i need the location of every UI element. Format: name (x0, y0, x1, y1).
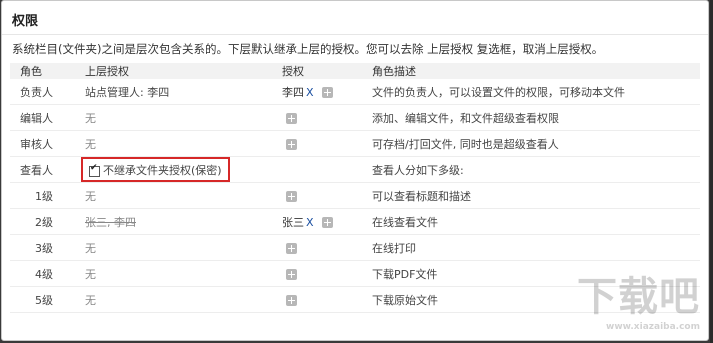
add-user-icon[interactable] (286, 138, 297, 150)
add-user-icon[interactable] (286, 190, 297, 202)
no-inherit-label[interactable]: 不继承文件夹授权(保密) (103, 164, 222, 177)
role-cell: 4级 (10, 260, 75, 287)
no-inherit-checkbox[interactable] (89, 163, 100, 177)
auth-cell (272, 234, 362, 261)
watermark-url: www.xiazaiba.com (606, 322, 700, 332)
auth-cell (272, 104, 362, 131)
auth-cell: 李四 X (272, 79, 362, 105)
title-divider (2, 34, 708, 35)
upper-auth-cell: 不继承文件夹授权(保密) (75, 156, 272, 183)
role-desc-cell: 可以查看标题和描述 (362, 182, 700, 209)
upper-auth-cell: 无 (75, 104, 272, 131)
table-header-row: 角色 上层授权 授权 角色描述 (10, 63, 700, 79)
auth-user: 张三 (282, 215, 304, 229)
table-row: 负责人 站点管理人: 李四 李四 X 文件的负责人，可以设置文件的权限，可移动本文… (10, 79, 700, 105)
role-cell: 负责人 (10, 79, 75, 105)
role-cell: 查看人 (10, 156, 75, 183)
header-role-desc: 角色描述 (362, 63, 700, 79)
upper-auth-cell: 无 (75, 182, 272, 209)
role-desc-cell: 文件的负责人，可以设置文件的权限，可移动本文件 (362, 79, 700, 105)
role-cell: 审核人 (10, 130, 75, 157)
role-desc-cell: 查看人分如下多级: (362, 156, 700, 183)
auth-cell (272, 130, 362, 157)
table-row: 2级 张三, 李四 张三 X 在线查看文件 (10, 208, 700, 235)
role-cell: 3级 (10, 234, 75, 261)
upper-auth-cell: 站点管理人: 李四 (75, 79, 272, 105)
auth-cell (272, 260, 362, 287)
header-role: 角色 (10, 63, 75, 79)
header-upper-auth: 上层授权 (75, 63, 272, 79)
watermark-text: 下载吧 (577, 274, 700, 320)
upper-auth-cell: 无 (75, 286, 272, 313)
table-row: 审核人 无 可存档/打回文件, 同时也是超级查看人 (10, 130, 700, 157)
remove-user-button[interactable]: X (306, 216, 314, 229)
add-user-icon[interactable] (286, 294, 297, 306)
add-user-icon[interactable] (286, 112, 297, 124)
watermark-logo: 下载吧 www.xiazaiba.com (577, 264, 700, 332)
upper-auth-cell: 无 (75, 234, 272, 261)
add-user-icon[interactable] (286, 268, 297, 280)
role-desc-cell: 在线查看文件 (362, 208, 700, 235)
auth-cell (272, 156, 362, 183)
auth-user: 李四 (282, 85, 304, 99)
remove-user-button[interactable]: X (306, 86, 314, 99)
auth-cell (272, 182, 362, 209)
role-cell: 2级 (10, 208, 75, 235)
dialog-title: 权限 (12, 14, 39, 29)
upper-auth-cell: 张三, 李四 (75, 208, 272, 235)
inherit-checkbox-highlight: 不继承文件夹授权(保密) (81, 157, 230, 182)
table-row: 3级 无 在线打印 (10, 234, 700, 261)
table-row: 1级 无 可以查看标题和描述 (10, 182, 700, 209)
permissions-dialog: 权限 系统栏目(文件夹)之间是层次包含关系的。下层默认继承上层的授权。您可以去除… (1, 0, 709, 341)
upper-auth-cell: 无 (75, 260, 272, 287)
add-user-icon[interactable] (286, 242, 297, 254)
auth-cell (272, 286, 362, 313)
role-desc-cell: 添加、编辑文件，和文件超级查看权限 (362, 104, 700, 131)
add-user-icon[interactable] (321, 87, 333, 98)
role-desc-cell: 可存档/打回文件, 同时也是超级查看人 (362, 130, 700, 157)
header-auth: 授权 (272, 63, 362, 79)
upper-auth-cell: 无 (75, 130, 272, 157)
table-row: 查看人 不继承文件夹授权(保密) 查看人分如下多级: (10, 156, 700, 183)
role-cell: 5级 (10, 286, 75, 313)
role-cell: 编辑人 (10, 104, 75, 131)
role-cell: 1级 (10, 182, 75, 209)
auth-cell: 张三 X (272, 208, 362, 235)
dialog-description: 系统栏目(文件夹)之间是层次包含关系的。下层默认继承上层的授权。您可以去除 上层… (12, 42, 604, 56)
role-desc-cell: 在线打印 (362, 234, 700, 261)
table-row: 编辑人 无 添加、编辑文件，和文件超级查看权限 (10, 104, 700, 131)
add-user-icon[interactable] (321, 217, 333, 228)
